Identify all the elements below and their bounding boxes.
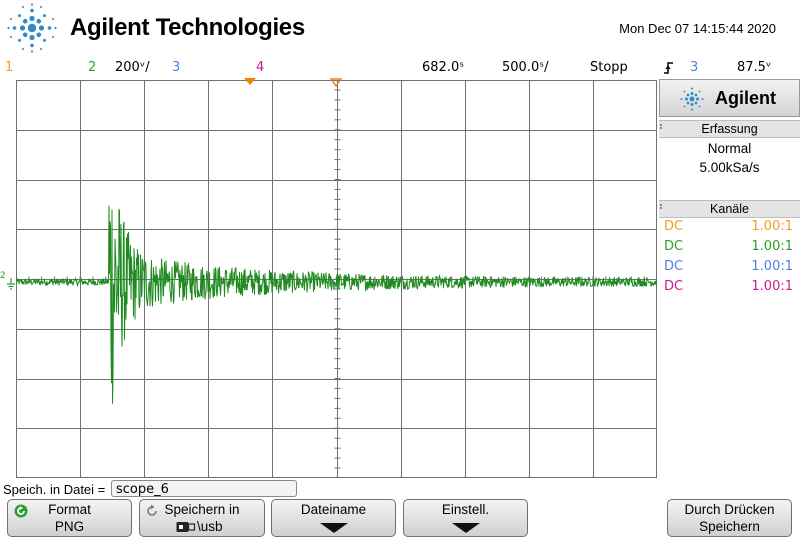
panel-logo-bar: Agilent [659,79,800,117]
acquisition-title-dots [659,123,663,133]
ch3-coupling: DC [664,259,684,274]
format-softkey[interactable]: Format PNG [7,499,132,537]
timebase-scale: 500.0ˢ/ [502,60,549,75]
ground-icon [7,278,15,290]
trigger-edge-icon [664,62,673,74]
filename-softkey[interactable]: Dateiname [271,499,396,537]
submenu-arrow-icon [320,523,348,533]
save-to-file-label: Speich. in Datei = [3,482,106,497]
save-filename-field[interactable]: scope_6 [111,480,297,497]
acquisition-box: Normal 5.00kSa/s [660,138,799,200]
trigger-position-marker-icon [244,78,256,85]
channel-2-scale: 200ᵛ/ [115,60,150,75]
run-state: Stopp [590,60,628,75]
channel-2-ground-marker[interactable]: 2 [0,271,6,281]
trigger-level: 87.5ᵛ [737,60,772,75]
channel-1-label[interactable]: 1 [5,60,13,75]
format-label: Format [48,502,91,517]
horizontal-delay: 682.0ˢ [422,60,465,75]
filename-label: Dateiname [300,502,367,517]
brand-title: Agilent Technologies [70,14,305,41]
agilent-spark-logo-icon [7,3,57,53]
ch2-coupling: DC [664,239,684,254]
side-info-panel: Agilent Erfassung Normal 5.00kSa/s Kanäl… [659,79,800,300]
acquisition-title: Erfassung [659,120,800,138]
ch1-coupling: DC [664,219,684,234]
sample-rate: 5.00kSa/s [699,160,760,175]
save-location-value: \usb [197,519,223,534]
ch2-probe: 1.00:1 [751,239,793,254]
press-to-save-line1: Durch Drücken [684,502,775,517]
channels-box: DC 1.00:1 DC 1.00:1 DC 1.00:1 DC 1.00:1 [660,218,799,300]
agilent-small-logo-icon [680,87,704,111]
channel-4-label[interactable]: 4 [256,60,264,75]
usb-drive-icon [176,522,196,532]
ch4-probe: 1.00:1 [751,279,793,294]
channel-3-label[interactable]: 3 [172,60,180,75]
datetime-readout: Mon Dec 07 14:15:44 2020 [619,21,776,36]
delay-reference-marker-icon [330,78,342,87]
submenu-arrow-icon [452,523,480,533]
channels-title: Kanäle [659,200,800,218]
acquisition-mode: Normal [707,141,752,156]
press-to-save-softkey[interactable]: Durch Drücken Speichern [667,499,792,537]
channel-2-label[interactable]: 2 [88,60,96,75]
panel-logo-text: Agilent [715,88,776,108]
ch1-probe: 1.00:1 [751,219,793,234]
press-to-save-line2: Speichern [699,519,760,534]
settings-softkey[interactable]: Einstell. [403,499,528,537]
channels-title-dots [659,203,663,213]
trigger-source: 3 [690,60,699,75]
save-location-label: Speichern in [164,502,240,517]
ch3-probe: 1.00:1 [751,259,793,274]
settings-label: Einstell. [441,502,490,517]
format-value: PNG [54,519,85,534]
save-location-softkey[interactable]: Speichern in \usb [139,499,265,537]
waveform-display[interactable] [16,80,657,478]
ch4-coupling: DC [664,279,684,294]
